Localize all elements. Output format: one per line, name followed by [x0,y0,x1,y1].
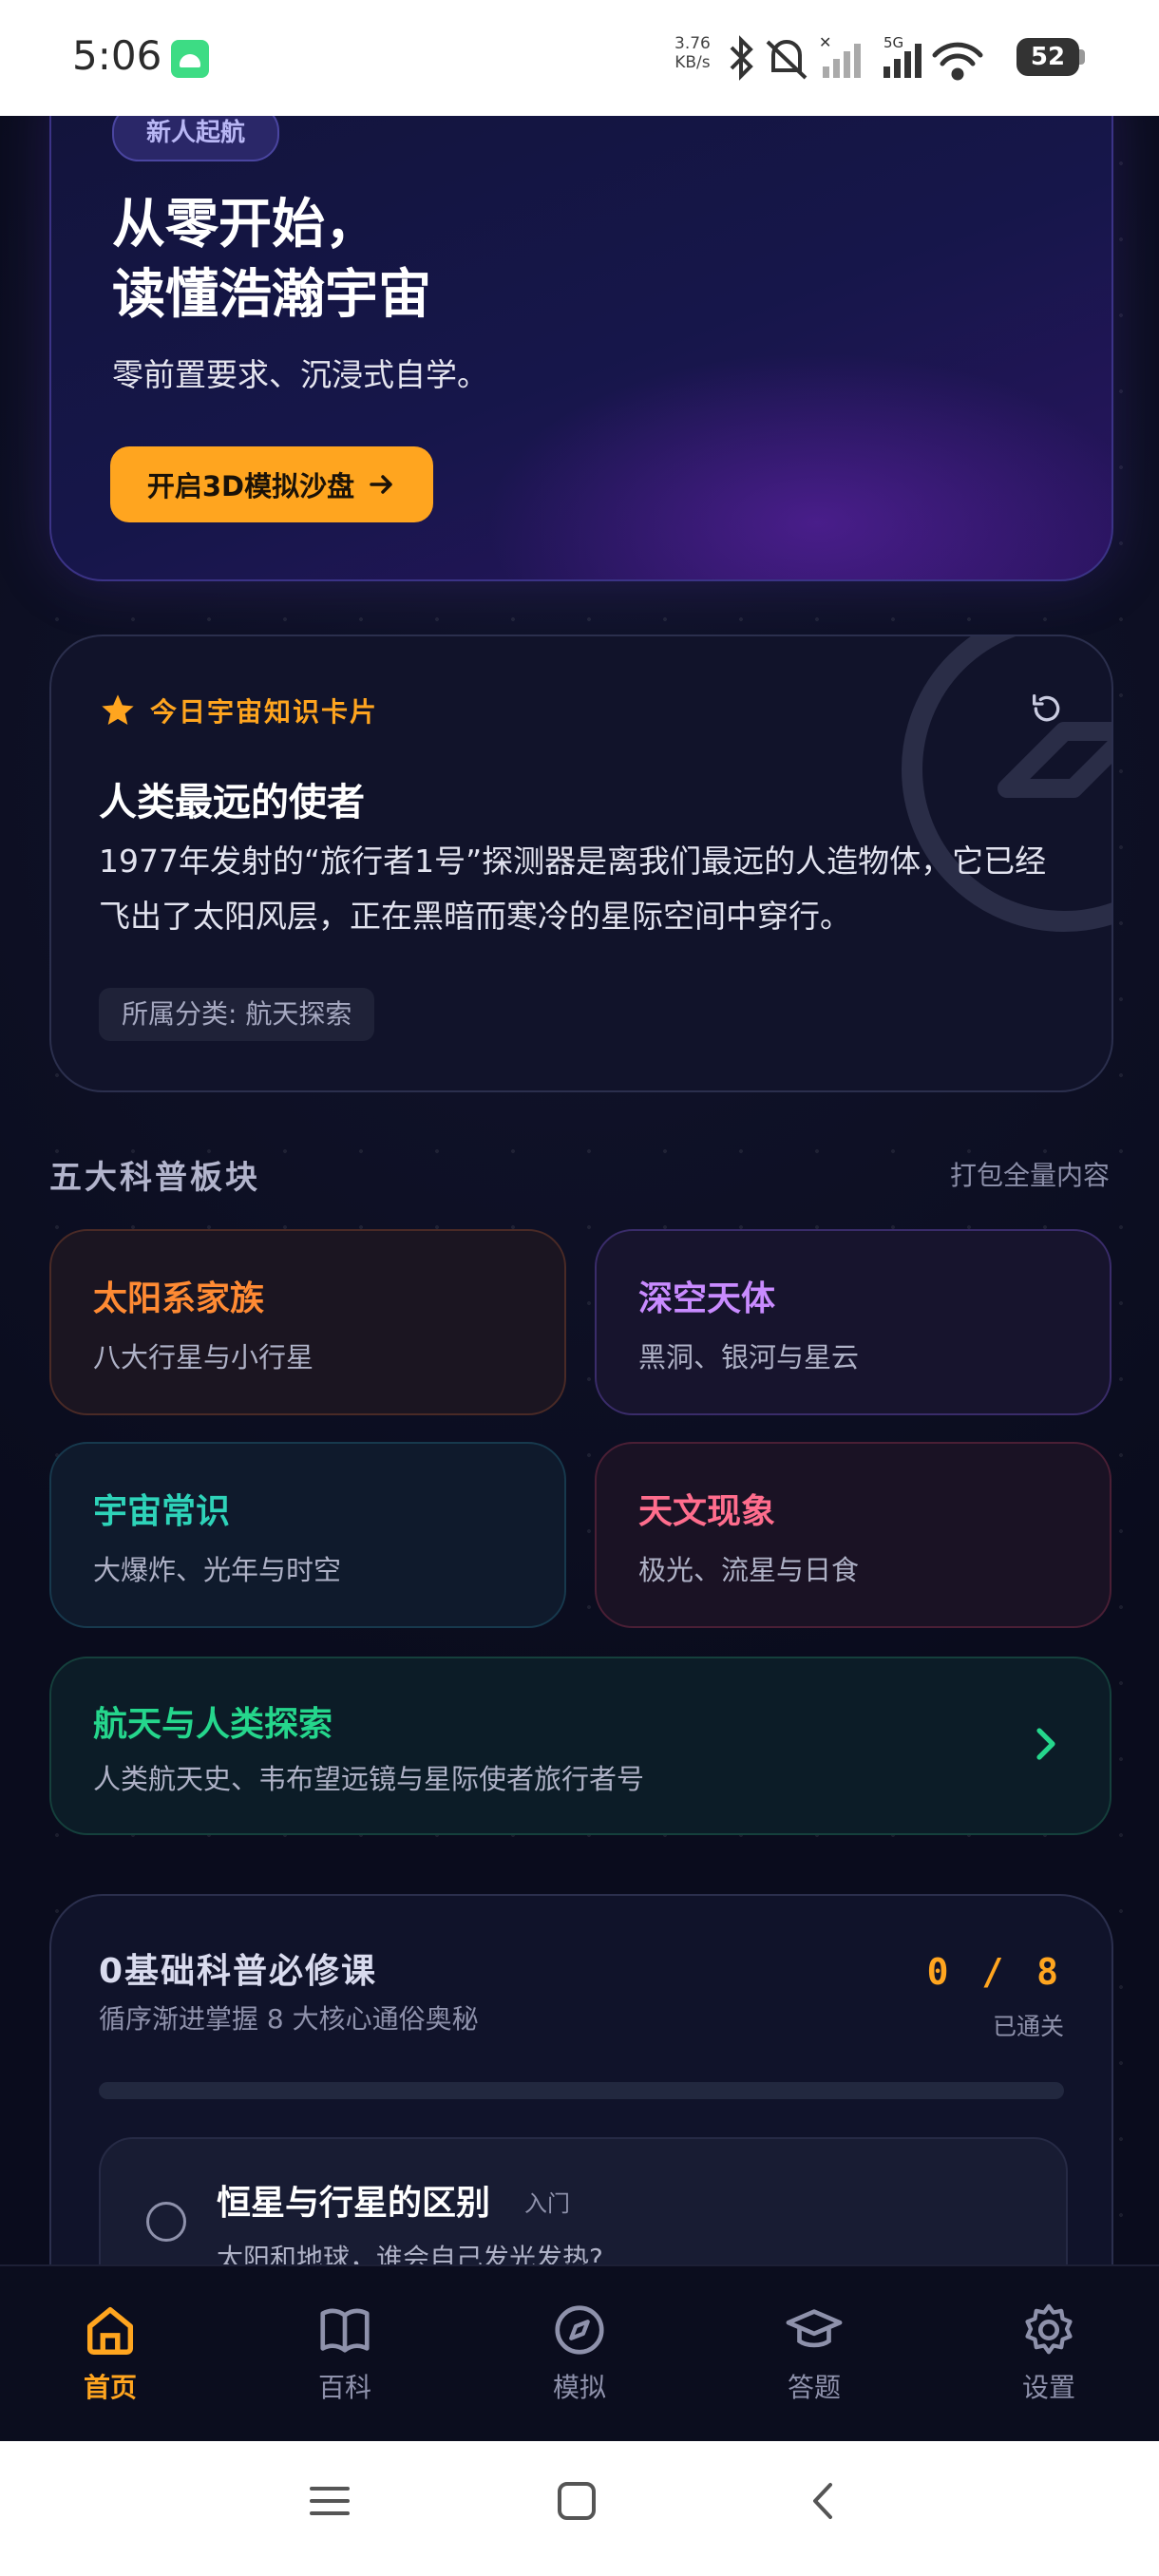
nav-settings-label: 设置 [1021,2372,1075,2403]
chevron-right-icon [1036,1728,1055,1760]
battery-indicator: 52 [1016,38,1079,76]
course-progress-label: 已通关 [992,2013,1064,2040]
nav-simulation-label: 模拟 [552,2372,606,2403]
status-icons: ✕ 5G [730,33,983,81]
silent-bell-icon [766,40,808,80]
arrow-right-icon [370,475,392,494]
signal-no-sim-icon: ✕ [819,33,861,78]
gear-icon [1025,2303,1073,2355]
sections-title: 五大科普板块 [49,1159,260,1197]
start-3d-sandbox-label: 开启3D模拟沙盘 [146,470,355,502]
battery-tip [1079,49,1085,65]
signal-5g-icon: 5G [884,34,922,78]
required-course-card: 0基础科普必修课 循序渐进掌握 8 大核心通俗奥秘 0 / 8 已通关 恒星与行… [49,1894,1113,2264]
tile-solar-system[interactable]: 太阳系家族 八大行星与小行星 [49,1229,566,1415]
bluetooth-icon [730,35,753,81]
nav-home-label: 首页 [83,2372,137,2403]
hero-subtitle: 零前置要求、沉浸式自学。 [112,356,488,393]
main-content[interactable]: 新人起航 从零开始， 读懂浩瀚宇宙 零前置要求、沉浸式自学。 开启3D模拟沙盘 … [0,116,1159,2264]
tile-subtitle: 极光、流星与日食 [638,1554,860,1586]
graduation-cap-icon [786,2309,843,2348]
tile-title: 太阳系家族 [93,1279,265,1318]
knowledge-card-title: 人类最远的使者 [99,781,365,824]
tile-cosmos-basics[interactable]: 宇宙常识 大爆炸、光年与时空 [49,1442,566,1628]
tile-subtitle: 八大行星与小行星 [93,1341,314,1373]
tile-deep-space[interactable]: 深空天体 黑洞、银河与星云 [595,1229,1112,1415]
course-progress-bar [99,2082,1064,2099]
nav-home[interactable]: 首页 [34,2301,186,2405]
nav-quiz-label: 答题 [787,2372,841,2403]
back-icon[interactable] [800,2477,847,2525]
tile-subtitle: 人类航天史、韦布望远镜与星际使者旅行者号 [93,1763,645,1795]
nav-quiz[interactable]: 答题 [738,2301,890,2405]
lesson-item[interactable]: 恒星与行星的区别 入门 太阳和地球，谁会自己发光发热? [99,2137,1068,2264]
nav-encyclopedia-label: 百科 [317,2372,371,2403]
knowledge-card-header: 今日宇宙知识卡片 [99,691,378,729]
network-speed: 3.76 KB/s [674,34,711,72]
course-progress-count: 0 / 8 [926,1951,1064,1993]
lesson-subtitle: 太阳和地球，谁会自己发光发热? [217,2243,603,2264]
refresh-icon[interactable] [1028,690,1066,728]
tile-astronomy-phenomena[interactable]: 天文现象 极光、流星与日食 [595,1442,1112,1628]
knowledge-card-body: 1977年发射的“旅行者1号”探测器是离我们最远的人造物体，它已经飞出了太阳风层… [99,843,1047,935]
network-type: 5G [884,34,903,51]
daily-knowledge-card[interactable]: 今日宇宙知识卡片 人类最远的使者 1977年发射的“旅行者1号”探测器是离我们最… [49,635,1113,1092]
network-speed-value: 3.76 [674,34,711,53]
hero-glow [484,351,1112,579]
hero-banner: 新人起航 从零开始， 读懂浩瀚宇宙 零前置要求、沉浸式自学。 开启3D模拟沙盘 [49,116,1113,581]
svg-text:✕: ✕ [819,33,831,51]
book-icon [320,2308,370,2353]
lesson-level-tag: 入门 [524,2190,570,2217]
tile-subtitle: 大爆炸、光年与时空 [93,1554,342,1586]
wifi-icon [932,42,983,81]
star-icon [102,694,134,725]
hero-title: 从零开始， 读懂浩瀚宇宙 [112,194,431,326]
hero-badge: 新人起航 [112,116,280,161]
course-subtitle: 循序渐进掌握 8 大核心通俗奥秘 [99,2003,479,2035]
course-title: 0基础科普必修课 [99,1952,378,1991]
nav-encyclopedia[interactable]: 百科 [269,2301,421,2405]
start-3d-sandbox-button[interactable]: 开启3D模拟沙盘 [110,446,433,522]
home-icon [86,2306,134,2355]
menu-icon[interactable] [306,2477,353,2525]
download-all-link[interactable]: 打包全量内容 [950,1155,1110,1193]
tile-space-exploration[interactable]: 航天与人类探索 人类航天史、韦布望远镜与星际使者旅行者号 [49,1657,1112,1835]
tile-title: 航天与人类探索 [93,1705,333,1744]
tile-title: 宇宙常识 [93,1492,231,1531]
compass-icon [555,2305,604,2355]
network-speed-unit: KB/s [674,53,711,72]
bottom-nav: 首页 百科 模拟 答题 设置 [0,2264,1159,2443]
nav-settings[interactable]: 设置 [973,2301,1125,2405]
home-square-icon[interactable] [553,2477,600,2525]
knowledge-card-header-label: 今日宇宙知识卡片 [150,696,379,728]
status-time: 5:06 [72,32,162,79]
tile-subtitle: 黑洞、银河与星云 [638,1341,860,1373]
status-bar: 5:06 3.76 KB/s ✕ 5G 52 [0,0,1159,116]
system-navigation-bar [0,2441,1159,2576]
knowledge-card-category: 所属分类: 航天探索 [99,988,375,1041]
nav-simulation[interactable]: 模拟 [504,2301,656,2405]
android-notification-icon [171,40,209,78]
tile-title: 深空天体 [638,1279,776,1318]
lesson-radio[interactable] [146,2202,186,2242]
lesson-title: 恒星与行星的区别 [217,2184,491,2223]
tile-title: 天文现象 [638,1492,776,1531]
